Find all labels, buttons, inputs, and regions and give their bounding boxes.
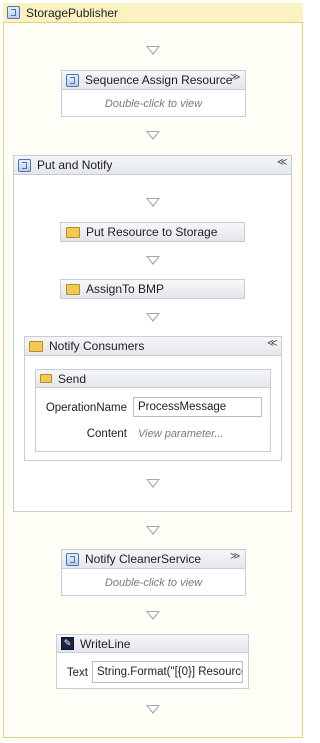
- notify-cleaner-service-title: Notify CleanerService: [85, 552, 202, 566]
- writeline-title: WriteLine: [80, 636, 131, 651]
- text-expression-input[interactable]: String.Format("[{0}] Resource: [92, 661, 243, 683]
- text-label: Text: [66, 667, 88, 679]
- sequence-icon: [7, 6, 20, 19]
- double-click-hint: Double-click to view: [104, 98, 203, 110]
- expand-chevron-icon[interactable]: ≫: [230, 72, 240, 83]
- notify-cleaner-service-header[interactable]: Notify CleanerService: [62, 550, 245, 569]
- put-and-notify-header[interactable]: Put and Notify: [14, 156, 291, 175]
- folder-icon: [29, 340, 43, 352]
- put-resource-to-storage-title: Put Resource to Storage: [86, 225, 218, 239]
- assign-to-bmp-title: AssignTo BMP: [86, 282, 165, 296]
- drop-arrow-icon[interactable]: [146, 131, 160, 140]
- root-title: StoragePublisher: [26, 6, 119, 20]
- put-and-notify-title: Put and Notify: [37, 158, 113, 172]
- operation-name-input[interactable]: ProcessMessage: [133, 397, 262, 417]
- folder-icon: [66, 226, 80, 238]
- collapse-chevron-icon[interactable]: ≪: [267, 338, 277, 349]
- drop-arrow-icon[interactable]: [146, 198, 160, 207]
- sequence-icon: [66, 552, 79, 566]
- sequence-icon: [18, 158, 31, 172]
- operation-name-label: OperationName: [45, 402, 127, 414]
- content-view-parameter-link[interactable]: View parameter...: [138, 428, 224, 440]
- collapse-chevron-icon[interactable]: ≪: [277, 157, 287, 168]
- put-resource-to-storage-activity[interactable]: Put Resource to Storage: [60, 222, 245, 242]
- notify-consumers-header[interactable]: Notify Consumers: [25, 337, 281, 356]
- content-label: Content: [86, 428, 127, 440]
- double-click-hint: Double-click to view: [104, 577, 203, 589]
- writeline-icon: ✎: [61, 637, 74, 650]
- writeline-header[interactable]: ✎ WriteLine: [57, 635, 248, 653]
- sequence-assign-resource-title: Sequence Assign Resource: [85, 73, 233, 87]
- drop-arrow-icon[interactable]: [146, 479, 160, 488]
- send-header[interactable]: Send: [36, 370, 270, 388]
- sequence-assign-resource-header[interactable]: Sequence Assign Resource: [62, 71, 245, 90]
- drop-arrow-icon[interactable]: [146, 705, 160, 714]
- send-icon: [40, 374, 52, 383]
- expand-chevron-icon[interactable]: ≫: [230, 551, 240, 562]
- drop-arrow-icon[interactable]: [146, 611, 160, 620]
- assign-to-bmp-activity[interactable]: AssignTo BMP: [60, 279, 245, 299]
- sequence-icon: [66, 73, 79, 87]
- send-title: Send: [58, 371, 87, 386]
- drop-arrow-icon[interactable]: [146, 256, 160, 265]
- drop-arrow-icon[interactable]: [146, 46, 160, 55]
- folder-icon: [66, 283, 80, 295]
- drop-arrow-icon[interactable]: [146, 526, 160, 535]
- notify-consumers-title: Notify Consumers: [49, 339, 145, 353]
- drop-arrow-icon[interactable]: [146, 313, 160, 322]
